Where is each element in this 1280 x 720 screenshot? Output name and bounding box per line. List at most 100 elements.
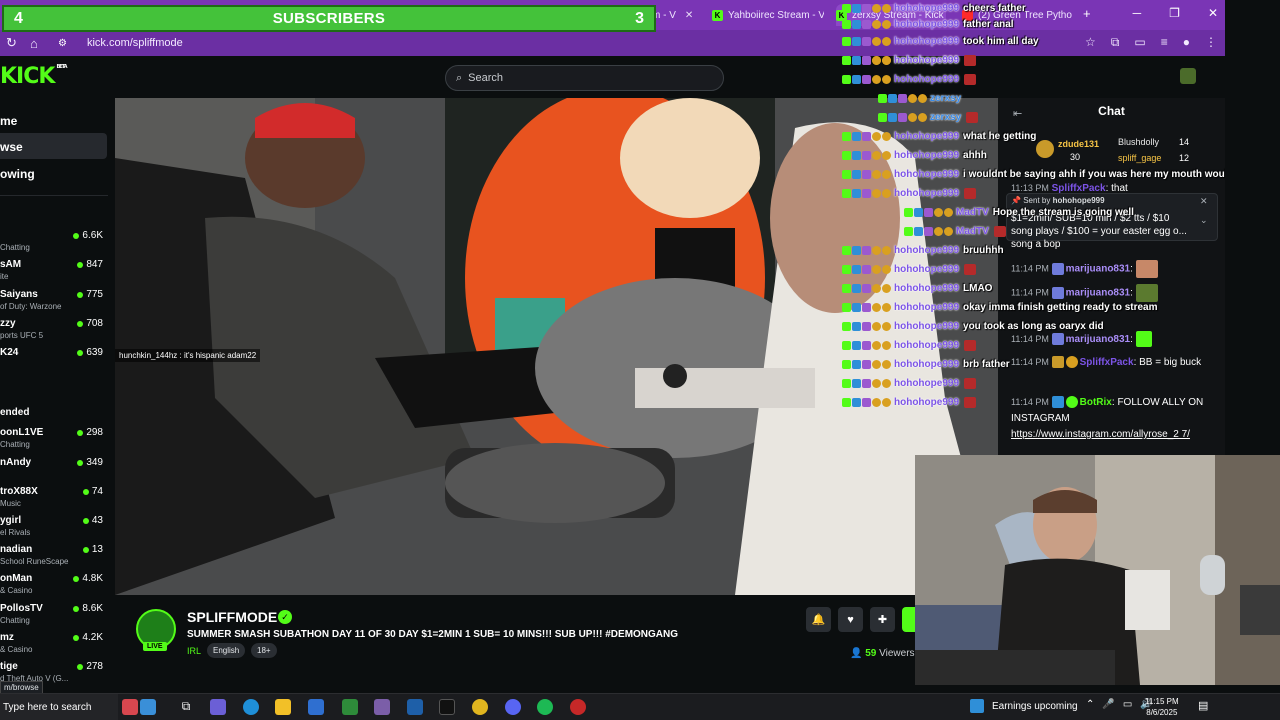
sidebar-channel[interactable]: Saiyans of Duty: Warzone 775 xyxy=(0,289,108,317)
xbox-icon[interactable] xyxy=(342,699,358,715)
close-window-icon[interactable]: ✕ xyxy=(1208,6,1218,20)
kick-logo[interactable]: KICK BETA xyxy=(0,64,68,89)
taskbar-app-icon[interactable] xyxy=(140,699,156,715)
chat-badge-icon xyxy=(862,19,871,29)
store-icon[interactable] xyxy=(308,699,324,715)
search-input[interactable]: ⌕ Search xyxy=(445,65,724,91)
chat-badge-icon xyxy=(872,340,881,350)
heart-icon[interactable]: ♥ xyxy=(838,607,863,632)
channel-name: tige xyxy=(0,661,18,672)
taskbar-search-input[interactable]: Type here to search xyxy=(0,694,118,720)
leaderboard-user[interactable]: Blushdolly xyxy=(1118,137,1159,147)
tiktok-icon[interactable] xyxy=(439,699,455,715)
spotify-icon[interactable] xyxy=(537,699,553,715)
tag-age[interactable]: 18+ xyxy=(251,643,277,658)
new-tab-icon[interactable]: + xyxy=(1083,6,1091,21)
nav-home[interactable]: me xyxy=(0,114,17,128)
discord-icon[interactable] xyxy=(505,699,521,715)
nav-following[interactable]: owing xyxy=(0,167,35,181)
sidebar-channel[interactable]: sAM ite 847 xyxy=(0,259,108,287)
overlay-chat-line: MadTV xyxy=(904,223,1006,239)
star-icon[interactable]: ☆ xyxy=(1085,35,1096,50)
sidebar-channel[interactable]: ygirl el Rivals 43 xyxy=(0,515,108,543)
profile-icon[interactable]: ● xyxy=(1183,35,1190,50)
gift-icon[interactable]: ✚ xyxy=(870,607,895,632)
taskbar-clock[interactable]: 11:15 PM 8/6/2025 xyxy=(1145,696,1179,718)
overlay-username: hohohope999 xyxy=(894,377,960,389)
home-icon[interactable]: ⌂ xyxy=(30,36,48,51)
chat-badge-icon xyxy=(882,188,891,198)
viewer-count: 8.6K xyxy=(73,603,103,614)
chat-badge-icon xyxy=(872,188,881,198)
file-explorer-icon[interactable] xyxy=(275,699,291,715)
copilot-icon[interactable] xyxy=(210,699,226,715)
chevron-down-icon[interactable]: ⌄ xyxy=(1200,215,1208,226)
unpin-icon[interactable]: ✕ xyxy=(1200,196,1208,207)
browser-tab[interactable]: KYahboiirec Stream - V✕ xyxy=(712,4,824,26)
news-widget[interactable]: Earnings upcoming xyxy=(970,699,1078,713)
overlay-message: Hope the stream is going well xyxy=(992,206,1134,218)
chrome-icon[interactable] xyxy=(472,699,488,715)
sidebar-channel[interactable]: Chatting 6.6K xyxy=(0,230,108,258)
network-icon[interactable]: ▭ xyxy=(1123,699,1132,710)
sidebar-channel[interactable]: nAndy 349 xyxy=(0,457,108,485)
browser-tab[interactable]: m - V ✕ xyxy=(652,4,700,26)
url-field[interactable]: kick.com/spliffmode xyxy=(87,37,183,49)
sidebar-channel[interactable]: oonL1VE Chatting 298 xyxy=(0,427,108,455)
reload-icon[interactable]: ↻ xyxy=(6,35,24,51)
taskbar-app-icon[interactable] xyxy=(374,699,390,715)
sidebar-channel[interactable]: PollosTV Chatting 8.6K xyxy=(0,603,108,631)
taskbar-app-icon[interactable] xyxy=(122,699,138,715)
chat-badge-icon xyxy=(904,207,913,217)
leaderboard-user[interactable]: zdude131 xyxy=(1058,139,1099,149)
nav-browse[interactable]: wse xyxy=(0,140,23,154)
recommended-heading: ended xyxy=(0,407,30,418)
extensions-icon[interactable]: ⧉ xyxy=(1111,35,1120,50)
maximize-icon[interactable]: ❐ xyxy=(1169,6,1180,20)
media-icon[interactable]: ≡ xyxy=(1161,35,1168,50)
overlay-chat-line: hohohope999 xyxy=(842,185,977,201)
chat-badge-icon xyxy=(882,19,891,29)
overlay-chat-line: hohohope999 xyxy=(842,337,977,353)
notification-bell-icon[interactable]: 🔔 xyxy=(806,607,831,632)
streamer-name[interactable]: SPLIFFMODE xyxy=(187,609,277,625)
sidebar-channel[interactable]: K24 639 xyxy=(0,347,108,375)
chat-link[interactable]: https://www.instagram.com/allyrose_2 7/ xyxy=(1011,429,1190,440)
channel-name: zzy xyxy=(0,318,16,329)
chevron-up-icon[interactable]: ⌃ xyxy=(1086,699,1094,710)
logo-badge: BETA xyxy=(56,64,67,70)
browser-toolbar-icons: ☆ ⧉ ▭ ≡ ● ⋮ xyxy=(1085,35,1217,50)
outlook-icon[interactable] xyxy=(407,699,423,715)
obs-icon[interactable] xyxy=(570,699,586,715)
cast-icon[interactable]: ▭ xyxy=(1134,35,1145,50)
sidebar-channel[interactable]: nadian School RuneScape 13 xyxy=(0,544,108,572)
task-view-icon[interactable]: ⧉ xyxy=(178,699,194,715)
window-controls: ─ ❐ ✕ xyxy=(1133,6,1218,20)
stream-category[interactable]: IRL xyxy=(187,646,201,656)
close-icon[interactable]: ✕ xyxy=(685,10,693,21)
tag-language[interactable]: English xyxy=(207,643,246,658)
microphone-icon[interactable]: 🎤 xyxy=(1102,699,1114,710)
verified-icon: ✓ xyxy=(278,610,292,624)
menu-icon[interactable]: ⋮ xyxy=(1205,35,1217,50)
viewer-count: 👤 59 Viewers xyxy=(850,648,915,659)
leaderboard-user[interactable]: spliff_gage xyxy=(1118,153,1161,163)
edge-icon[interactable] xyxy=(243,699,259,715)
viewer-count: 278 xyxy=(77,661,103,672)
sidebar-channel[interactable]: onMan & Casino 4.8K xyxy=(0,573,108,601)
site-info-icon[interactable]: ⚙ xyxy=(58,38,67,49)
channel-name: PollosTV xyxy=(0,603,43,614)
sidebar-channel[interactable]: zzy ports UFC 5 708 xyxy=(0,318,108,346)
chat-badge-icon xyxy=(852,36,861,46)
chat-badge-icon xyxy=(862,131,871,141)
emote-icon xyxy=(964,396,977,408)
minimize-icon[interactable]: ─ xyxy=(1133,6,1142,20)
follow-button[interactable] xyxy=(902,607,916,632)
emote-icon xyxy=(966,111,979,123)
sidebar-channel[interactable]: troX88X Music 74 xyxy=(0,486,108,514)
user-avatar[interactable] xyxy=(1180,68,1196,84)
overlay-chat-line: hohohope999 xyxy=(842,394,977,410)
subscribers-right-count: 3 xyxy=(635,9,644,27)
notifications-icon[interactable]: ▤ xyxy=(1198,699,1208,712)
sidebar-channel[interactable]: mz & Casino 4.2K xyxy=(0,632,108,660)
